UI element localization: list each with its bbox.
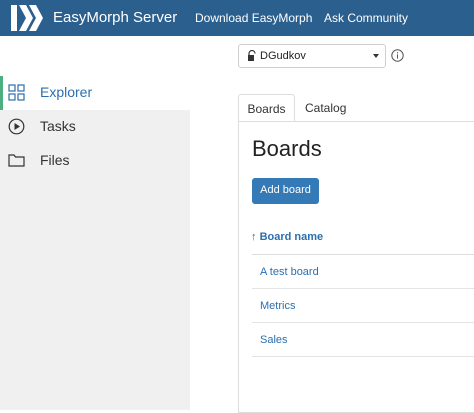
brand-title[interactable]: EasyMorph Server [53,9,177,26]
folder-icon [8,154,25,167]
sidebar-item-label: Explorer [40,84,93,100]
sidebar-item-explorer[interactable]: Explorer [0,76,190,110]
board-name-column-header[interactable]: ↑ Board name [251,231,323,243]
sidebar: Explorer Tasks Files [0,76,190,410]
board-link[interactable]: A test board [260,266,319,278]
top-navbar: EasyMorph Server Download EasyMorph Ask … [0,0,474,36]
board-link[interactable]: Sales [260,334,288,346]
board-link[interactable]: Metrics [260,300,295,312]
page-title: Boards [252,136,322,161]
grid-icon [8,84,25,101]
lock-icon [248,50,256,61]
table-row: Metrics [252,289,474,323]
sidebar-item-tasks[interactable]: Tasks [0,110,190,144]
caret-down-icon [373,54,379,58]
user-select[interactable]: DGudkov [238,44,386,68]
ask-community-link[interactable]: Ask Community [324,11,408,25]
info-icon[interactable] [391,49,404,62]
table-row: A test board [252,255,474,289]
column-header-label: Board name [259,231,324,243]
add-board-button[interactable]: Add board [252,178,319,204]
sidebar-item-label: Files [40,152,70,168]
play-circle-icon [8,118,25,135]
sort-arrow-icon: ↑ [251,231,257,243]
table-row: Sales [252,323,474,357]
download-easymorph-link[interactable]: Download EasyMorph [195,11,312,25]
selected-user-label: DGudkov [260,50,306,62]
tab-catalog[interactable]: Catalog [305,94,346,122]
easymorph-logo-icon[interactable] [9,3,45,33]
tab-boards[interactable]: Boards [238,94,295,122]
tab-bar: Boards Catalog [238,94,474,122]
sidebar-item-files[interactable]: Files [0,144,190,178]
sidebar-item-label: Tasks [40,118,76,134]
